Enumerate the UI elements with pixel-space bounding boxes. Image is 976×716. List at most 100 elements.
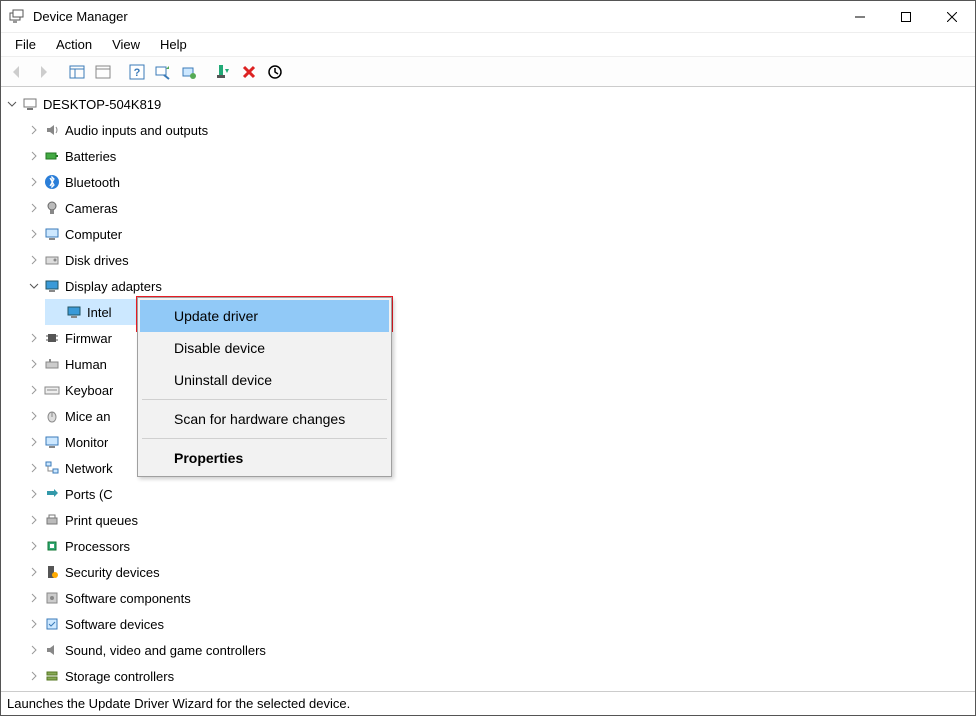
ctx-disable-device[interactable]: Disable device <box>140 332 389 364</box>
disable-device-button[interactable] <box>263 60 287 84</box>
chevron-right-icon[interactable] <box>27 671 41 681</box>
menubar: File Action View Help <box>1 33 975 57</box>
chevron-right-icon[interactable] <box>27 515 41 525</box>
tree-label: Security devices <box>65 565 160 580</box>
show-hide-console-tree-button[interactable] <box>65 60 89 84</box>
tree-item-batteries[interactable]: Batteries <box>23 143 975 169</box>
tree-label: Print queues <box>65 513 138 528</box>
tree-item-system[interactable]: System devices <box>23 689 975 691</box>
chevron-right-icon[interactable] <box>27 411 41 421</box>
tree-label: Keyboar <box>65 383 113 398</box>
tree-item-audio[interactable]: Audio inputs and outputs <box>23 117 975 143</box>
storage-icon <box>43 667 61 685</box>
chevron-right-icon[interactable] <box>27 645 41 655</box>
help-button[interactable]: ? <box>125 60 149 84</box>
network-icon <box>43 459 61 477</box>
tree-item-security[interactable]: Security devices <box>23 559 975 585</box>
uninstall-device-button[interactable] <box>237 60 261 84</box>
tree-label: Network <box>65 461 113 476</box>
disk-icon <box>43 251 61 269</box>
tree-label: Software devices <box>65 617 164 632</box>
tree-label: Human <box>65 357 107 372</box>
tree-root-label: DESKTOP-504K819 <box>43 97 161 112</box>
tree-item-sound[interactable]: Sound, video and game controllers <box>23 637 975 663</box>
menu-action[interactable]: Action <box>46 35 102 54</box>
port-icon <box>43 485 61 503</box>
tree-label: Intel <box>87 305 112 320</box>
speaker-icon <box>43 121 61 139</box>
printer-icon <box>43 511 61 529</box>
tree-label: Computer <box>65 227 122 242</box>
tree-label: Firmwar <box>65 331 112 346</box>
chevron-right-icon[interactable] <box>27 359 41 369</box>
chevron-right-icon[interactable] <box>27 125 41 135</box>
tree-item-ports[interactable]: Ports (C <box>23 481 975 507</box>
tree-item-bluetooth[interactable]: Bluetooth <box>23 169 975 195</box>
ctx-separator <box>142 399 387 400</box>
tree-item-cameras[interactable]: Cameras <box>23 195 975 221</box>
back-button[interactable] <box>5 60 29 84</box>
tree-item-print[interactable]: Print queues <box>23 507 975 533</box>
chevron-right-icon[interactable] <box>27 541 41 551</box>
tree-item-storage[interactable]: Storage controllers <box>23 663 975 689</box>
chevron-right-icon[interactable] <box>27 177 41 187</box>
window-title: Device Manager <box>33 9 128 24</box>
tree-label: Ports (C <box>65 487 113 502</box>
camera-icon <box>43 199 61 217</box>
tree-label: Audio inputs and outputs <box>65 123 208 138</box>
ctx-label: Scan for hardware changes <box>174 411 345 427</box>
menu-view[interactable]: View <box>102 35 150 54</box>
chevron-right-icon[interactable] <box>27 333 41 343</box>
tree-root[interactable]: DESKTOP-504K819 <box>1 91 975 117</box>
status-text: Launches the Update Driver Wizard for th… <box>7 696 350 711</box>
chevron-right-icon[interactable] <box>27 255 41 265</box>
ctx-label: Update driver <box>174 308 258 324</box>
toolbar: ? <box>1 57 975 87</box>
display-adapter-icon <box>65 303 83 321</box>
ctx-uninstall-device[interactable]: Uninstall device <box>140 364 389 396</box>
chevron-right-icon[interactable] <box>27 593 41 603</box>
tree-item-processors[interactable]: Processors <box>23 533 975 559</box>
chevron-right-icon[interactable] <box>27 203 41 213</box>
chevron-right-icon[interactable] <box>27 151 41 161</box>
chevron-right-icon[interactable] <box>27 385 41 395</box>
chevron-down-icon[interactable] <box>27 281 41 291</box>
scan-hardware-button[interactable] <box>151 60 175 84</box>
action-pane-button[interactable] <box>91 60 115 84</box>
tree-item-display[interactable]: Display adapters <box>23 273 975 299</box>
ctx-properties[interactable]: Properties <box>140 442 389 474</box>
chevron-right-icon[interactable] <box>27 229 41 239</box>
monitor-icon <box>43 433 61 451</box>
tree-item-swcomp[interactable]: Software components <box>23 585 975 611</box>
chevron-right-icon[interactable] <box>27 567 41 577</box>
chevron-right-icon[interactable] <box>27 619 41 629</box>
minimize-button[interactable] <box>837 1 883 33</box>
tree-label: Software components <box>65 591 191 606</box>
ctx-scan-hardware[interactable]: Scan for hardware changes <box>140 403 389 435</box>
component-icon <box>43 589 61 607</box>
sound-icon <box>43 641 61 659</box>
enable-device-button[interactable] <box>211 60 235 84</box>
svg-text:?: ? <box>134 67 141 79</box>
ctx-update-driver[interactable]: Update driver <box>140 300 389 332</box>
ctx-label: Disable device <box>174 340 265 356</box>
tree-item-computer[interactable]: Computer <box>23 221 975 247</box>
tree-label: Cameras <box>65 201 118 216</box>
tree-label: Monitor <box>65 435 108 450</box>
close-button[interactable] <box>929 1 975 33</box>
tree-label: Sound, video and game controllers <box>65 643 266 658</box>
update-driver-button[interactable] <box>177 60 201 84</box>
chevron-down-icon[interactable] <box>5 99 19 109</box>
chevron-right-icon[interactable] <box>27 463 41 473</box>
tree-item-swdev[interactable]: Software devices <box>23 611 975 637</box>
chevron-right-icon[interactable] <box>27 437 41 447</box>
titlebar: Device Manager <box>1 1 975 33</box>
maximize-button[interactable] <box>883 1 929 33</box>
ctx-label: Properties <box>174 450 243 466</box>
menu-file[interactable]: File <box>5 35 46 54</box>
menu-help[interactable]: Help <box>150 35 197 54</box>
tree-item-disk[interactable]: Disk drives <box>23 247 975 273</box>
forward-button[interactable] <box>31 60 55 84</box>
chevron-right-icon[interactable] <box>27 489 41 499</box>
computer-icon <box>21 95 39 113</box>
